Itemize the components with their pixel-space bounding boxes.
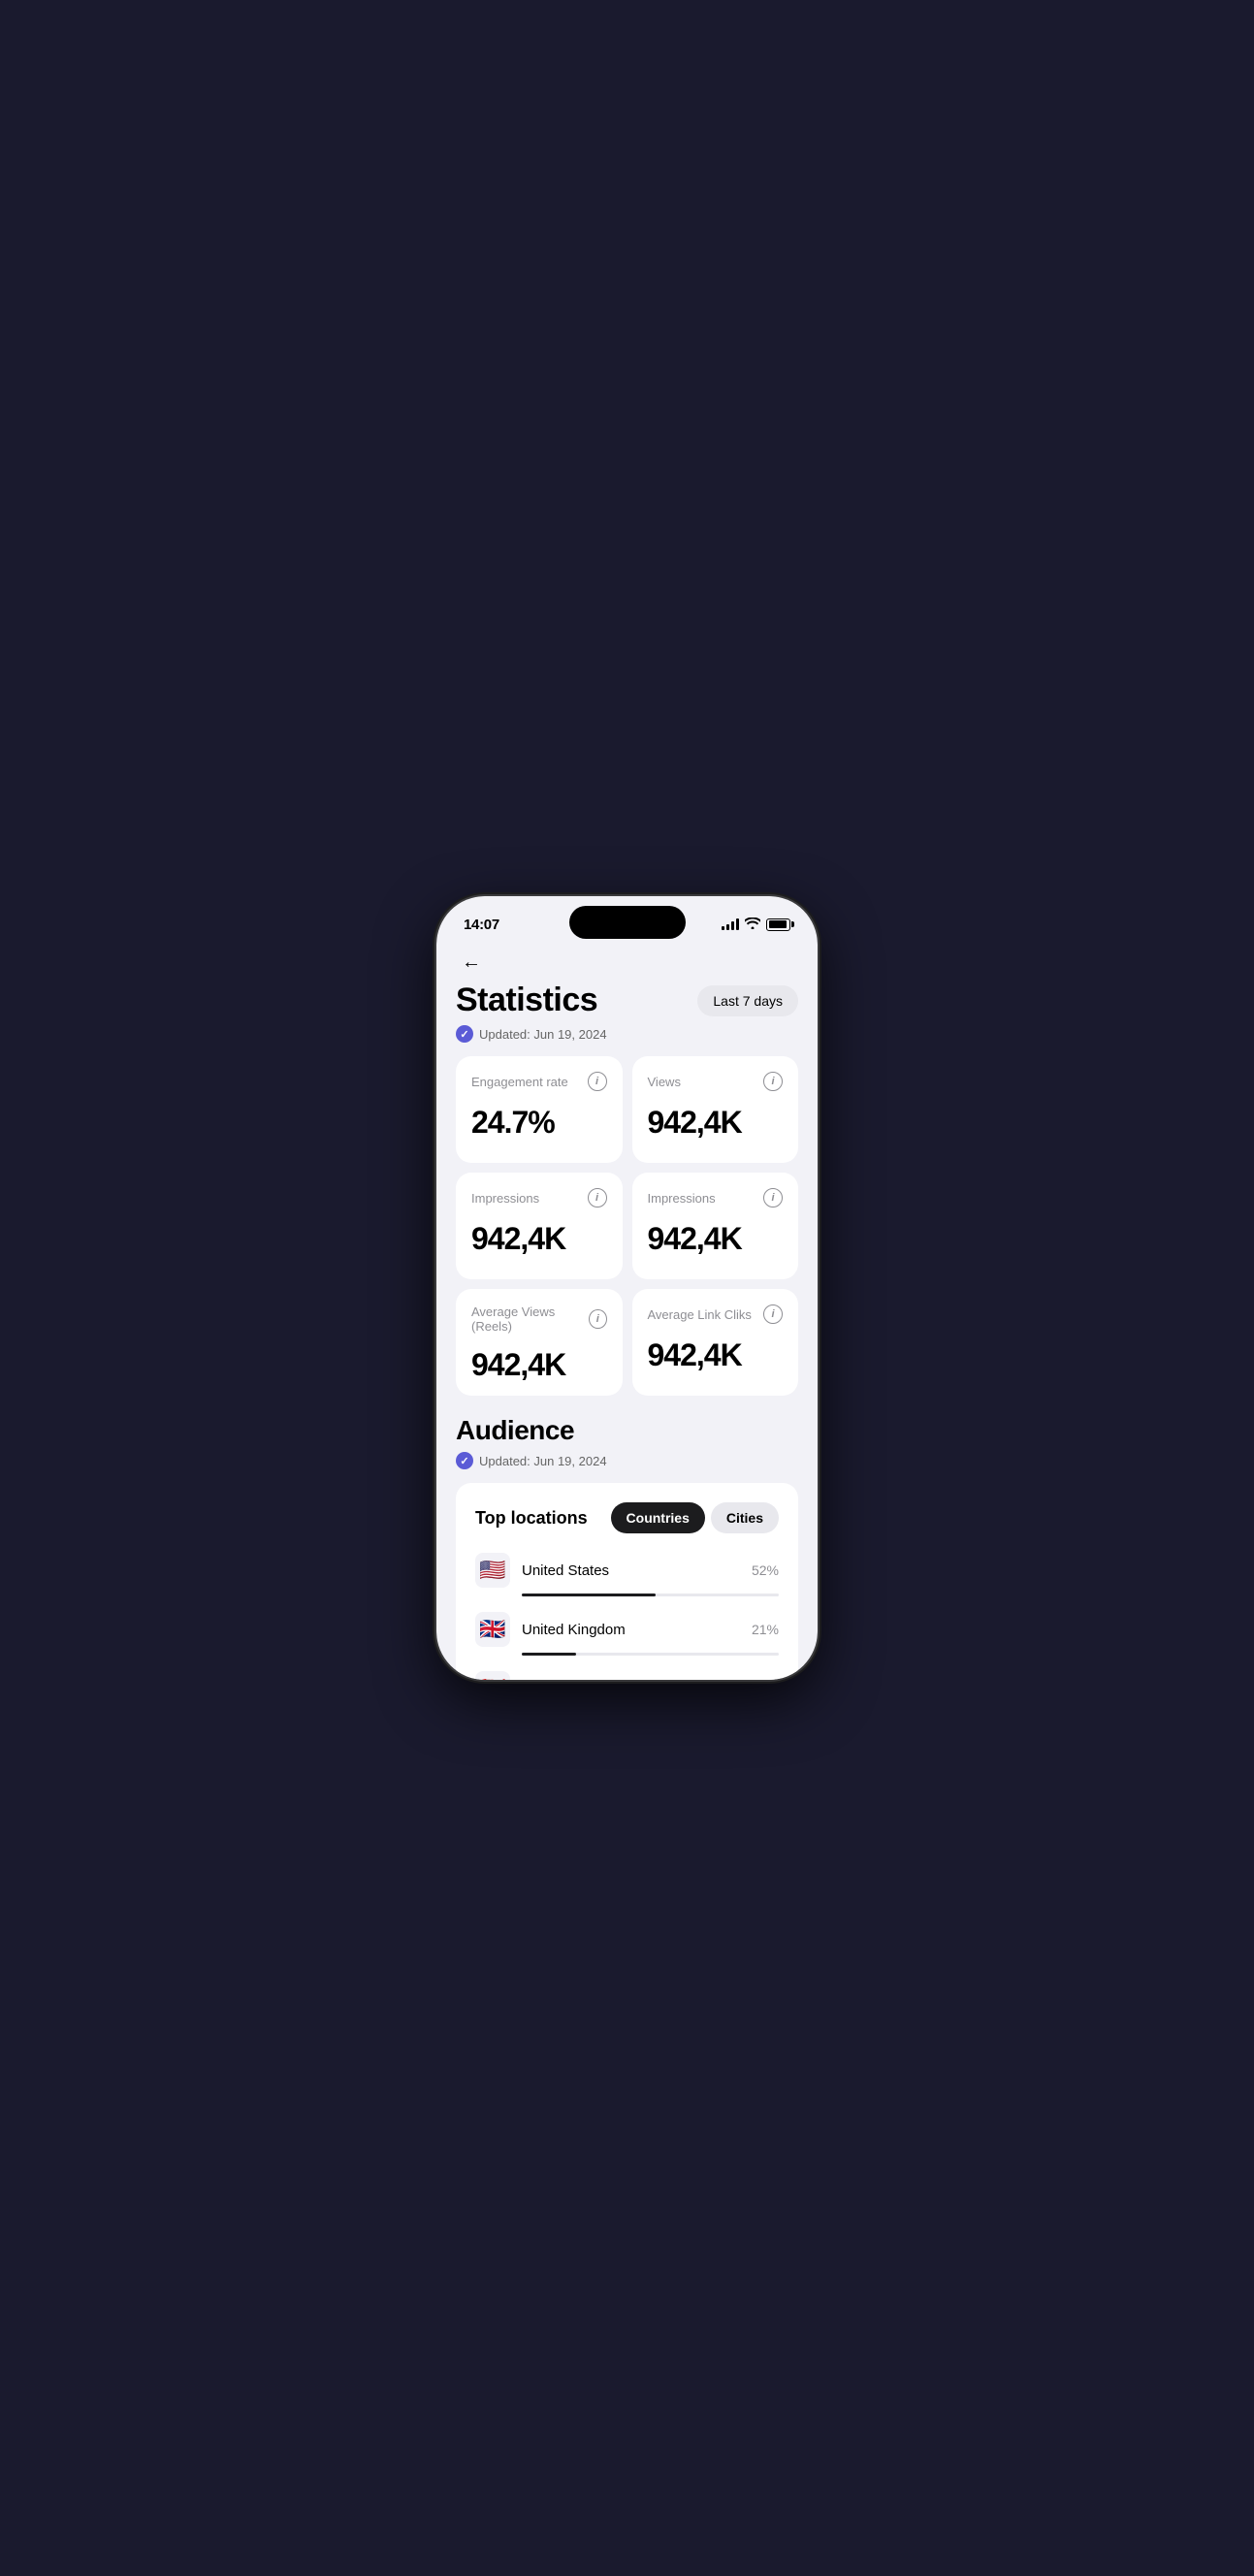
signal-icon bbox=[722, 918, 739, 930]
status-icons bbox=[722, 918, 790, 932]
location-info-0: 🇺🇸 United States 52% bbox=[475, 1553, 779, 1588]
location-info-2: 🇨🇦 Canada 12% bbox=[475, 1671, 779, 1680]
audience-updated-text: Updated: Jun 19, 2024 bbox=[479, 1454, 607, 1468]
stat-label-1: Views bbox=[648, 1075, 681, 1089]
stat-card-4: Average Views (Reels) i 942,4K bbox=[456, 1289, 623, 1396]
tab-group: CountriesCities bbox=[611, 1502, 779, 1533]
stat-label-row: Average Views (Reels) i bbox=[471, 1304, 607, 1334]
page-title: Statistics bbox=[456, 982, 597, 1019]
stat-label-3: Impressions bbox=[648, 1191, 716, 1206]
stats-grid: Engagement rate i 24.7% Views i 942,4K I… bbox=[436, 1043, 818, 1396]
scroll-content[interactable]: ← Statistics Last 7 days ✓ Updated: Jun … bbox=[436, 939, 818, 1680]
stat-value-5: 942,4K bbox=[648, 1339, 784, 1370]
location-row-0: 🇺🇸 United States 52% bbox=[475, 1553, 779, 1596]
stat-value-4: 942,4K bbox=[471, 1349, 607, 1380]
stat-card-0: Engagement rate i 24.7% bbox=[456, 1056, 623, 1163]
stat-card-3: Impressions i 942,4K bbox=[632, 1173, 799, 1279]
wifi-icon bbox=[745, 918, 760, 932]
stat-card-5: Average Link Cliks i 942,4K bbox=[632, 1289, 799, 1396]
info-icon-2[interactable]: i bbox=[588, 1188, 607, 1208]
header: ← Statistics Last 7 days ✓ Updated: Jun … bbox=[436, 939, 818, 1043]
country-name-1: United Kingdom bbox=[522, 1622, 740, 1638]
progress-bar-1 bbox=[522, 1653, 779, 1656]
countries-list: 🇺🇸 United States 52% 🇬🇧 United Kingdom 2… bbox=[475, 1553, 779, 1680]
flag-2: 🇨🇦 bbox=[475, 1671, 510, 1680]
locations-title: Top locations bbox=[475, 1508, 588, 1529]
dynamic-island bbox=[569, 906, 686, 939]
locations-card: Top locations CountriesCities 🇺🇸 United … bbox=[456, 1483, 798, 1680]
stat-label-row: Average Link Cliks i bbox=[648, 1304, 784, 1324]
status-time: 14:07 bbox=[464, 917, 499, 933]
audience-updated-row: ✓ Updated: Jun 19, 2024 bbox=[456, 1452, 798, 1469]
info-icon-5[interactable]: i bbox=[763, 1304, 783, 1324]
info-icon-0[interactable]: i bbox=[588, 1072, 607, 1091]
stat-value-1: 942,4K bbox=[648, 1107, 784, 1138]
stat-value-2: 942,4K bbox=[471, 1223, 607, 1254]
tab-cities[interactable]: Cities bbox=[711, 1502, 779, 1533]
stat-label-0: Engagement rate bbox=[471, 1075, 568, 1089]
back-arrow-icon: ← bbox=[462, 951, 481, 974]
stat-value-3: 942,4K bbox=[648, 1223, 784, 1254]
stat-value-0: 24.7% bbox=[471, 1107, 607, 1138]
info-icon-3[interactable]: i bbox=[763, 1188, 783, 1208]
check-circle-icon: ✓ bbox=[456, 1025, 473, 1043]
flag-0: 🇺🇸 bbox=[475, 1553, 510, 1588]
info-icon-4[interactable]: i bbox=[589, 1309, 607, 1329]
stat-label-5: Average Link Cliks bbox=[648, 1307, 752, 1322]
info-icon-1[interactable]: i bbox=[763, 1072, 783, 1091]
progress-bar-0 bbox=[522, 1594, 779, 1596]
country-percent-0: 52% bbox=[752, 1562, 779, 1578]
stat-card-2: Impressions i 942,4K bbox=[456, 1173, 623, 1279]
title-row: Statistics Last 7 days bbox=[456, 982, 798, 1019]
country-percent-1: 21% bbox=[752, 1622, 779, 1637]
phone-frame: 14:07 bbox=[436, 896, 818, 1680]
stat-label-row: Engagement rate i bbox=[471, 1072, 607, 1091]
stat-label-row: Impressions i bbox=[471, 1188, 607, 1208]
phone-screen: 14:07 bbox=[436, 896, 818, 1680]
stat-card-1: Views i 942,4K bbox=[632, 1056, 799, 1163]
stat-label-row: Impressions i bbox=[648, 1188, 784, 1208]
flag-1: 🇬🇧 bbox=[475, 1612, 510, 1647]
progress-fill-0 bbox=[522, 1594, 656, 1596]
updated-row: ✓ Updated: Jun 19, 2024 bbox=[456, 1025, 798, 1043]
audience-section: Audience ✓ Updated: Jun 19, 2024 bbox=[436, 1396, 818, 1469]
stat-label-2: Impressions bbox=[471, 1191, 539, 1206]
stat-label-4: Average Views (Reels) bbox=[471, 1304, 589, 1334]
location-row-2: 🇨🇦 Canada 12% bbox=[475, 1671, 779, 1680]
battery-icon bbox=[766, 918, 790, 931]
back-button[interactable]: ← bbox=[456, 947, 487, 978]
stat-label-row: Views i bbox=[648, 1072, 784, 1091]
period-button[interactable]: Last 7 days bbox=[697, 985, 798, 1016]
country-name-0: United States bbox=[522, 1562, 740, 1579]
audience-check-circle-icon: ✓ bbox=[456, 1452, 473, 1469]
location-row-1: 🇬🇧 United Kingdom 21% bbox=[475, 1612, 779, 1656]
locations-header: Top locations CountriesCities bbox=[475, 1502, 779, 1533]
updated-text: Updated: Jun 19, 2024 bbox=[479, 1027, 607, 1042]
tab-countries[interactable]: Countries bbox=[611, 1502, 705, 1533]
audience-title: Audience bbox=[456, 1415, 798, 1446]
progress-fill-1 bbox=[522, 1653, 576, 1656]
location-info-1: 🇬🇧 United Kingdom 21% bbox=[475, 1612, 779, 1647]
